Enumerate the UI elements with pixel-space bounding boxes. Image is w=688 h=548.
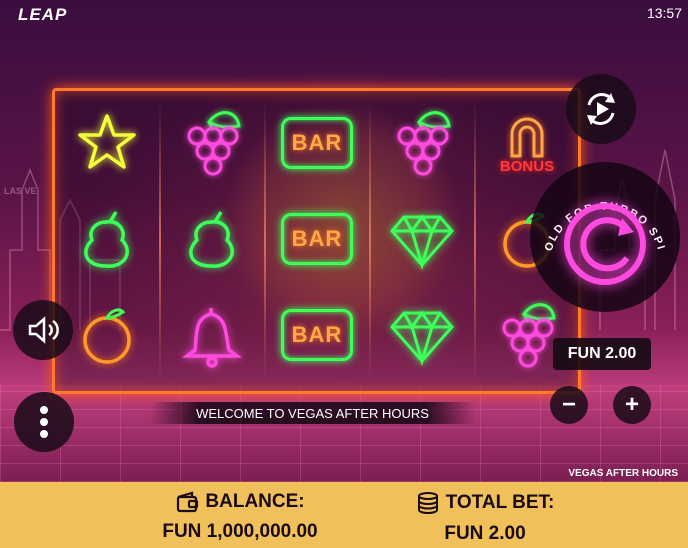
orange-icon: [83, 308, 131, 364]
speaker-icon: [28, 316, 59, 344]
footer-bar: BALANCE: FUN 1,000,000.00 TOTAL BET: FUN…: [0, 482, 688, 548]
bar-symbol-label: BAR: [291, 130, 343, 155]
wallet-icon: [177, 491, 199, 513]
symbol-bell: [160, 287, 264, 383]
bar-symbol-label: BAR: [291, 226, 343, 251]
symbol-pear: [160, 191, 264, 287]
total-bet-panel: TOTAL BET: FUN 2.00: [395, 482, 575, 548]
symbol-grapes: [160, 95, 264, 191]
menu-button[interactable]: [14, 392, 74, 452]
total-bet-value: FUN 2.00: [444, 523, 526, 544]
game-name-label: VEGAS AFTER HOURS: [568, 468, 678, 479]
las-vegas-sign-text: LAS VE: [4, 186, 37, 196]
symbol-star: [55, 95, 159, 191]
bar-symbol-frame: BAR: [281, 117, 353, 169]
symbol-grapes: [370, 95, 474, 191]
autoplay-button[interactable]: [566, 74, 636, 144]
balance-value: FUN 1,000,000.00: [162, 521, 318, 542]
reel-frame: BAR BONUS BAR BAR: [52, 88, 581, 394]
spin-button[interactable]: HOLD FOR TURBO SPIN: [525, 153, 680, 312]
grapes-icon: [397, 111, 451, 176]
status-clock: 13:57: [646, 5, 682, 21]
diamond-icon: [390, 310, 454, 367]
message-bar: WELCOME TO VEGAS AFTER HOURS: [150, 402, 475, 424]
pear-icon: [84, 211, 129, 268]
increase-bet-button[interactable]: +: [613, 386, 651, 424]
balance-panel: BALANCE: FUN 1,000,000.00: [140, 482, 340, 548]
diamond-icon: [390, 214, 454, 271]
bell-icon: [181, 308, 243, 368]
decrease-bet-button[interactable]: −: [550, 386, 588, 424]
total-bet-label: TOTAL BET:: [445, 492, 555, 513]
bar-symbol-label: BAR: [291, 322, 343, 347]
symbol-bar: BAR: [265, 95, 369, 191]
coins-icon: [417, 492, 438, 514]
total-bet-heading: TOTAL BET:: [395, 491, 575, 515]
symbol-bar: BAR: [265, 287, 369, 383]
sound-button[interactable]: [13, 300, 73, 360]
spin-icon: HOLD FOR TURBO SPIN: [525, 153, 665, 285]
bet-display: FUN 2.00: [553, 338, 651, 370]
brand-logo: LEAP: [18, 5, 68, 24]
balance-heading: BALANCE:: [140, 491, 340, 513]
pear-icon: [189, 211, 234, 268]
bar-symbol-frame: BAR: [281, 213, 353, 265]
symbol-bar: BAR: [265, 191, 369, 287]
horseshoe-icon: [510, 117, 544, 157]
more-vertical-icon: [40, 406, 48, 438]
symbol-diamond: [370, 287, 474, 383]
autoplay-icon: [587, 93, 615, 125]
symbol-diamond: [370, 191, 474, 287]
symbol-pear: [55, 191, 159, 287]
grapes-icon: [187, 111, 241, 176]
star-icon: [78, 114, 136, 169]
balance-label: BALANCE:: [205, 491, 305, 512]
bar-symbol-frame: BAR: [281, 309, 353, 361]
